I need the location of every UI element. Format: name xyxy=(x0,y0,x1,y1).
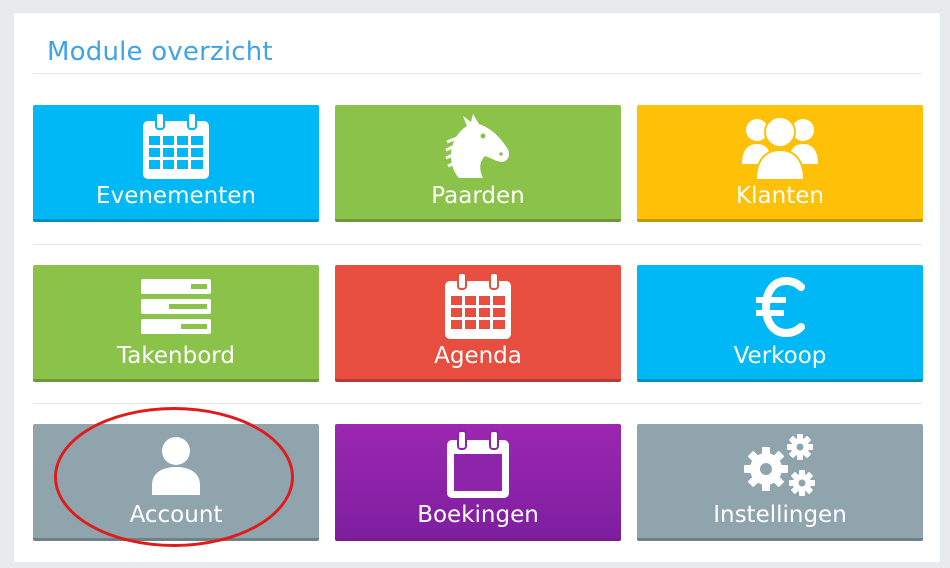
divider xyxy=(33,403,922,404)
user-icon xyxy=(136,429,216,503)
euro-icon xyxy=(740,270,820,344)
module-tile-label: Paarden xyxy=(431,183,525,209)
module-tile-label: Boekingen xyxy=(417,502,539,528)
module-tile-agenda[interactable]: Agenda xyxy=(335,265,621,382)
divider xyxy=(33,244,922,245)
task-board-icon xyxy=(136,270,216,344)
users-group-icon xyxy=(740,110,820,184)
module-tile-verkoop[interactable]: Verkoop xyxy=(637,265,923,382)
calendar-icon xyxy=(136,110,216,184)
module-tile-label: Klanten xyxy=(736,183,824,209)
gears-icon xyxy=(740,429,820,503)
module-tile-evenementen[interactable]: Evenementen xyxy=(33,105,319,222)
page-title: Module overzicht xyxy=(47,37,273,67)
module-tile-label: Takenbord xyxy=(117,343,235,369)
divider xyxy=(33,73,922,74)
horse-head-icon xyxy=(438,110,518,184)
calendar-blank-icon xyxy=(438,429,518,503)
module-tile-label: Evenementen xyxy=(96,183,256,209)
module-tile-takenbord[interactable]: Takenbord xyxy=(33,265,319,382)
calendar-icon xyxy=(438,270,518,344)
module-tile-instellingen[interactable]: Instellingen xyxy=(637,424,923,541)
module-tile-label: Instellingen xyxy=(713,502,847,528)
module-tile-klanten[interactable]: Klanten xyxy=(637,105,923,222)
module-overview-panel: Module overzicht Evenementen Paarden Kla… xyxy=(14,13,940,562)
module-tile-boekingen[interactable]: Boekingen xyxy=(335,424,621,541)
module-tile-label: Agenda xyxy=(434,343,522,369)
module-tile-account[interactable]: Account xyxy=(33,424,319,541)
module-tile-label: Account xyxy=(129,502,223,528)
module-tile-label: Verkoop xyxy=(733,343,827,369)
module-tile-paarden[interactable]: Paarden xyxy=(335,105,621,222)
